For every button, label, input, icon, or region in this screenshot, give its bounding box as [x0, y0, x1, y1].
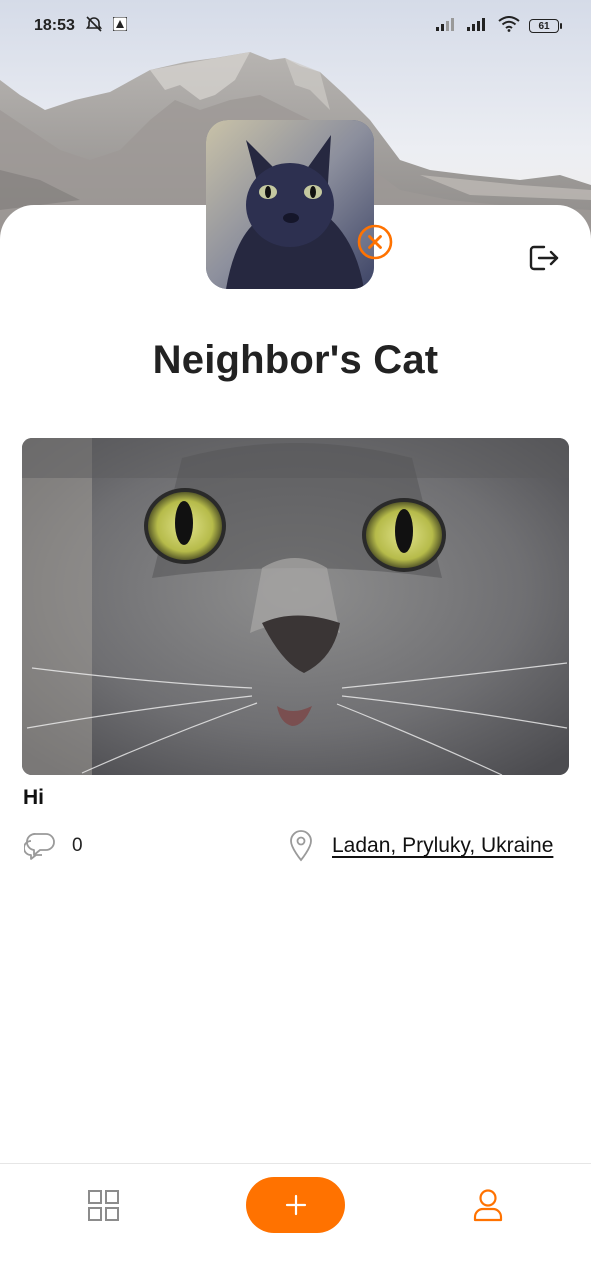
- cat-avatar[interactable]: [206, 120, 374, 289]
- status-bar: 18:53 61: [0, 0, 591, 52]
- map-pin-icon: [290, 830, 312, 862]
- battery-icon: 61: [529, 19, 562, 33]
- location-text[interactable]: Ladan, Pryluky, Ukraine: [332, 834, 553, 858]
- nav-feed-button[interactable]: [88, 1190, 119, 1221]
- comments-count: 0: [72, 835, 83, 856]
- notification-icon: [112, 16, 128, 36]
- status-right: 61: [436, 15, 562, 37]
- comments-button[interactable]: 0: [24, 830, 83, 862]
- status-time: 18:53: [34, 17, 75, 34]
- post-text: Hi: [23, 786, 44, 809]
- wifi-icon: [498, 15, 520, 37]
- location-link[interactable]: Ladan, Pryluky, Ukraine: [288, 830, 553, 862]
- remove-avatar-button[interactable]: [357, 224, 393, 260]
- pet-name: Neighbor's Cat: [152, 338, 439, 382]
- grid-icon: [88, 1190, 119, 1221]
- logout-icon: [529, 245, 559, 271]
- bottom-nav: [0, 1163, 591, 1281]
- close-circle-icon: [357, 224, 393, 260]
- nav-profile-button[interactable]: [472, 1188, 504, 1222]
- muted-alarm-icon: [85, 15, 103, 38]
- signal-icon: [467, 17, 489, 36]
- comments-icon: [24, 833, 55, 860]
- signal-icon: [436, 17, 458, 36]
- nav-add-button[interactable]: [246, 1177, 345, 1233]
- status-left: 18:53: [34, 15, 128, 38]
- user-icon: [473, 1189, 503, 1222]
- post-photo[interactable]: [22, 438, 569, 775]
- plus-icon: [285, 1194, 306, 1216]
- logout-button[interactable]: [528, 243, 560, 273]
